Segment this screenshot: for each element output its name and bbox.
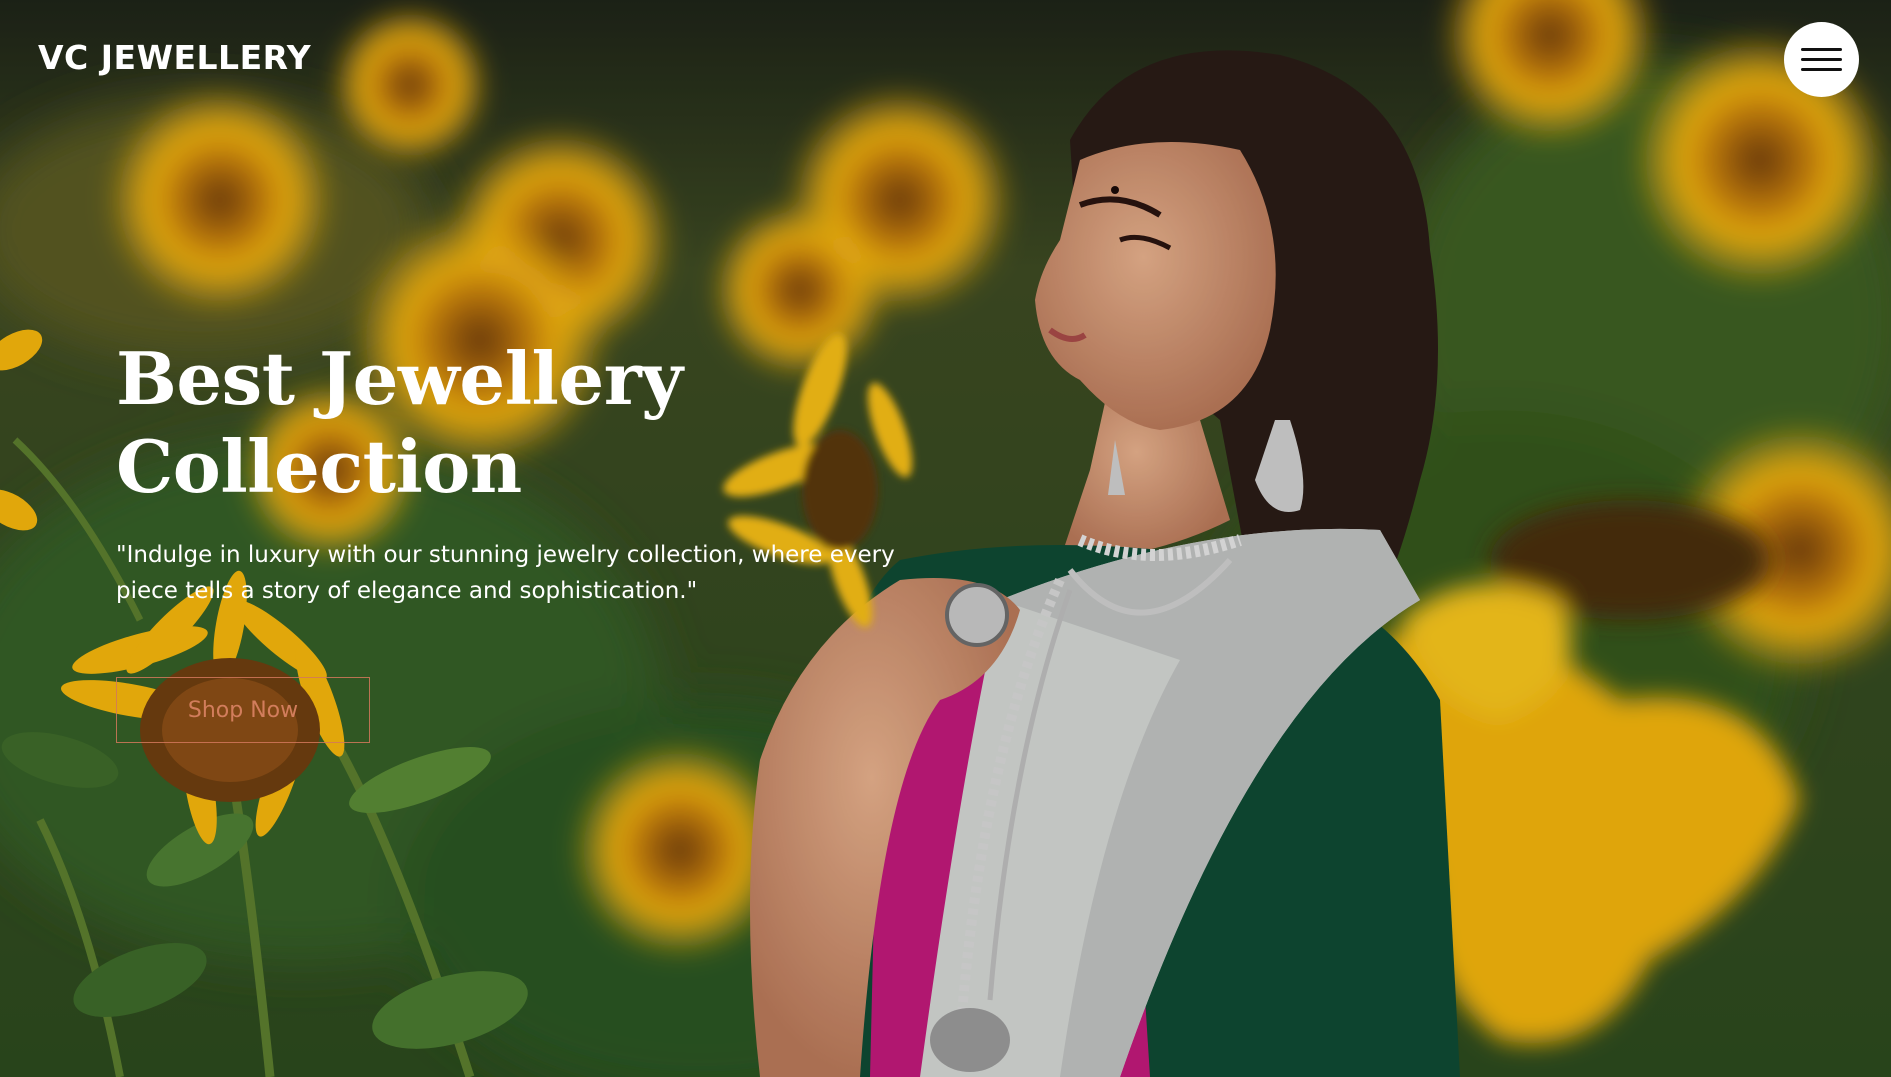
- shop-now-button[interactable]: Shop Now: [116, 677, 370, 743]
- navbar: VC JEWELLERY: [0, 0, 1891, 120]
- hero-section: VC JEWELLERY Best Jewellery Collection "…: [0, 0, 1891, 1077]
- hero-content: Best Jewellery Collection "Indulge in lu…: [116, 335, 936, 609]
- hamburger-menu-button[interactable]: [1784, 22, 1859, 97]
- brand-logo[interactable]: VC JEWELLERY: [38, 38, 311, 77]
- hero-description: "Indulge in luxury with our stunning jew…: [116, 542, 895, 604]
- hero-title: Best Jewellery Collection: [116, 336, 683, 509]
